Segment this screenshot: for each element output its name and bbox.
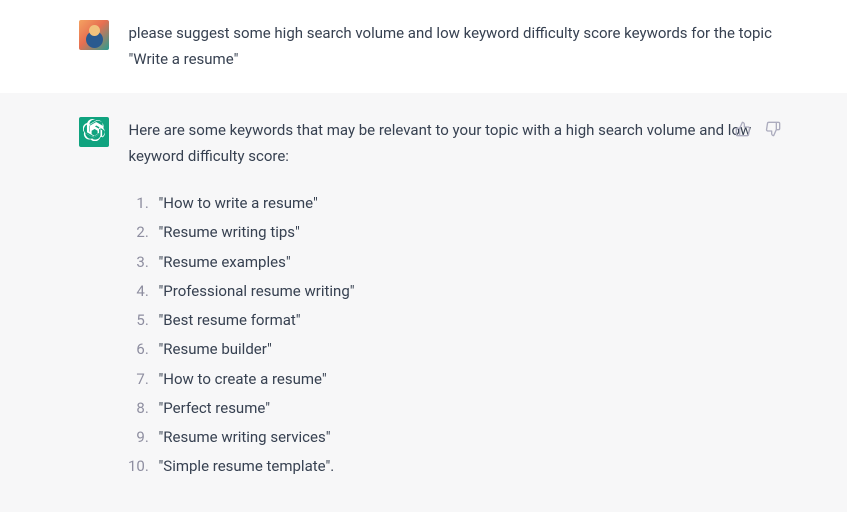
thumbs-up-icon [735, 121, 751, 137]
list-item: "Resume builder" [153, 335, 779, 364]
list-item: "Resume writing tips" [153, 218, 779, 247]
list-item: "Resume examples" [153, 248, 779, 277]
list-item: "Resume writing services" [153, 423, 779, 452]
user-message-text: please suggest some high search volume a… [129, 20, 779, 73]
list-item: "Best resume format" [153, 306, 779, 335]
thumbs-down-button[interactable] [763, 119, 783, 139]
feedback-controls [733, 119, 783, 139]
openai-logo-icon [83, 119, 105, 145]
list-item: "Professional resume writing" [153, 277, 779, 306]
thumbs-up-button[interactable] [733, 119, 753, 139]
list-item: "Simple resume template". [153, 452, 779, 481]
assistant-avatar [79, 117, 109, 147]
list-item: "How to create a resume" [153, 365, 779, 394]
thumbs-down-icon [765, 121, 781, 137]
assistant-intro-text: Here are some keywords that may be relev… [129, 117, 779, 170]
user-avatar [79, 20, 109, 50]
user-message: please suggest some high search volume a… [0, 0, 847, 93]
keyword-list: "How to write a resume" "Resume writing … [129, 189, 779, 482]
list-item: "How to write a resume" [153, 189, 779, 218]
list-item: "Perfect resume" [153, 394, 779, 423]
assistant-message: Here are some keywords that may be relev… [0, 93, 847, 512]
